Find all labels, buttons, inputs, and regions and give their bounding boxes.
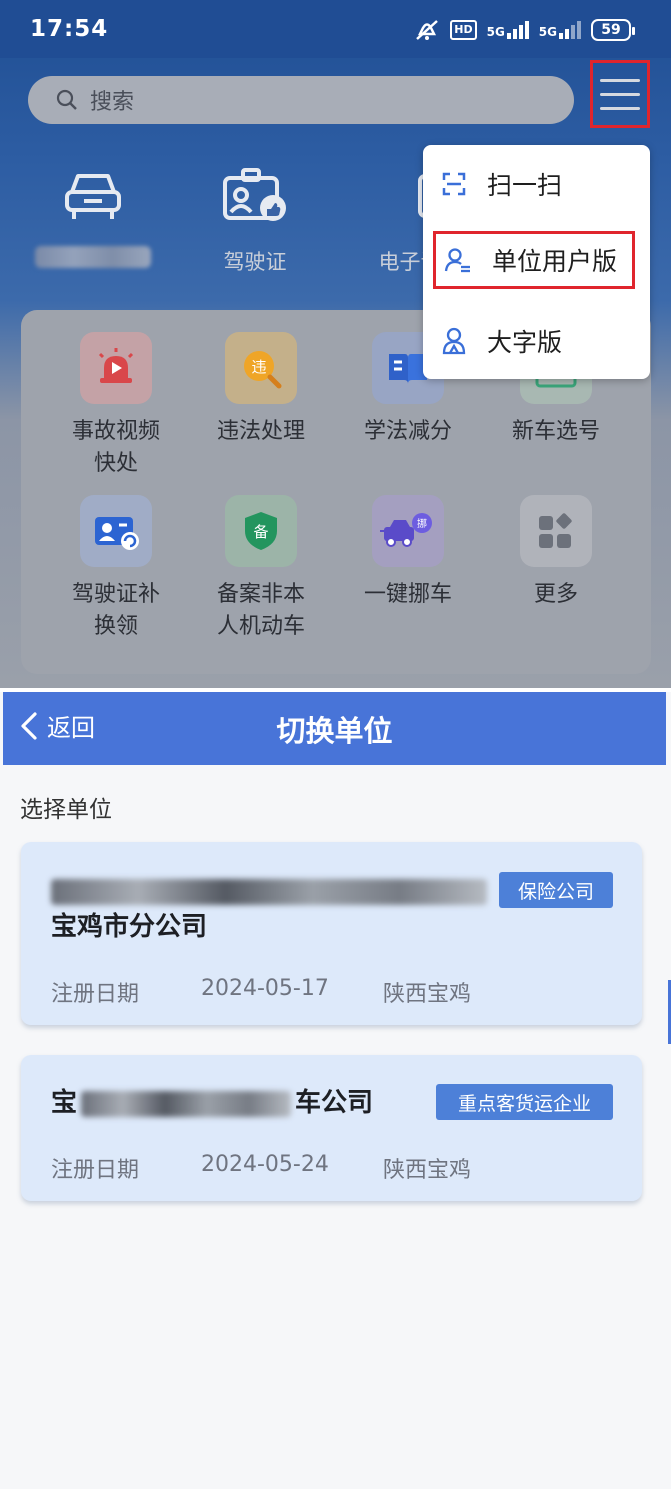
violation-icon: 违 — [244, 351, 282, 389]
company-name: 宝车公司 — [51, 1088, 374, 1118]
redacted-text — [51, 878, 487, 905]
menu-item-scan[interactable]: 扫一扫 — [433, 154, 635, 214]
search-placeholder: 搜索 — [90, 90, 135, 115]
region: 陕西宝鸡 — [383, 982, 472, 1007]
menu-button[interactable] — [590, 60, 650, 128]
service-violation[interactable]: 违 违法处理 — [186, 332, 336, 448]
register-date: 2024-05-24 — [201, 1152, 329, 1177]
company-card-2[interactable]: 宝车公司 重点客货运企业 注册日期 2024-05-24 陕西宝鸡 — [21, 1055, 642, 1201]
svg-text:违: 违 — [251, 358, 266, 376]
service-label: 违法处理 — [216, 419, 305, 444]
move-car-icon: 挪 — [380, 513, 432, 547]
svg-text:备: 备 — [253, 523, 268, 541]
dropdown-menu: 扫一扫 单位用户版 大字版 — [423, 145, 650, 379]
more-icon — [539, 513, 572, 548]
mute-icon — [416, 20, 439, 40]
service-label: 更多 — [533, 582, 578, 607]
status-time: 17:54 — [30, 16, 109, 42]
company-name-line2: 宝鸡市分公司 — [51, 912, 208, 942]
status-bar: 17:54 HD 5G 5G 59 — [0, 0, 671, 58]
service-record-vehicle[interactable]: 备 备案非本 人机动车 — [186, 495, 336, 643]
svg-text:挪: 挪 — [417, 517, 427, 530]
car-icon — [65, 174, 121, 219]
menu-item-unit-user[interactable]: 单位用户版 — [433, 231, 635, 289]
section-label: 选择单位 — [20, 797, 112, 823]
large-font-icon — [442, 327, 466, 355]
nav-bar: 返回 切换单位 — [3, 692, 666, 765]
service-label: 一键挪车 — [363, 582, 452, 607]
company-card-1[interactable]: 宝鸡市分公司 保险公司 注册日期 2024-05-17 陕西宝鸡 — [21, 842, 642, 1025]
quick-label-redacted — [35, 246, 151, 268]
service-license-renew[interactable]: 驾驶证补 换领 — [41, 495, 191, 643]
menu-icon — [600, 78, 640, 82]
switch-unit-screen: 返回 切换单位 选择单位 宝鸡市分公司 保险公司 注册日期 2024-05-17… — [0, 692, 671, 1489]
quick-item-vehicle[interactable] — [28, 160, 158, 273]
date-label: 注册日期 — [51, 1158, 140, 1183]
record-icon: 备 — [245, 512, 277, 550]
redacted-text — [81, 1090, 292, 1117]
service-label: 备案非本 人机动车 — [216, 582, 305, 639]
company-type-badge: 重点客货运企业 — [436, 1084, 613, 1120]
alarm-icon — [98, 348, 134, 383]
date-label: 注册日期 — [51, 982, 140, 1007]
company-meta: 注册日期 2024-05-17 陕西宝鸡 — [51, 976, 471, 1008]
signal-2: 5G — [539, 21, 581, 39]
service-accident-video[interactable]: 事故视频 快处 — [41, 332, 191, 480]
status-icons: HD 5G 5G 59 — [414, 16, 635, 44]
unit-user-icon — [444, 248, 470, 273]
page-title: 切换单位 — [276, 714, 393, 748]
service-move-car[interactable]: 挪 一键挪车 — [333, 495, 483, 611]
battery-icon: 59 — [591, 19, 635, 41]
company-meta: 注册日期 2024-05-24 陕西宝鸡 — [51, 1152, 471, 1184]
service-label: 新车选号 — [511, 419, 600, 444]
hd-icon: HD — [450, 20, 477, 40]
scan-icon — [442, 172, 466, 196]
search-input[interactable]: 搜索 — [28, 76, 574, 124]
license-icon — [223, 168, 286, 221]
quick-item-license[interactable]: 驾驶证 — [190, 160, 320, 276]
license-renew-icon — [95, 517, 139, 550]
company-type-badge: 保险公司 — [499, 872, 613, 908]
service-label: 事故视频 快处 — [71, 419, 160, 476]
service-more[interactable]: 更多 — [481, 495, 631, 611]
service-label: 学法减分 — [363, 419, 452, 444]
region: 陕西宝鸡 — [383, 1158, 472, 1183]
quick-label: 驾驶证 — [223, 250, 287, 274]
service-label: 驾驶证补 换领 — [71, 582, 160, 639]
menu-item-large-font[interactable]: 大字版 — [433, 311, 635, 371]
signal-1: 5G — [487, 21, 529, 39]
search-icon — [56, 89, 77, 110]
home-screen: 17:54 HD 5G 5G 59 搜索 驾驶证 电子证 事故视频 快处 违 违… — [0, 0, 671, 688]
register-date: 2024-05-17 — [201, 976, 329, 1001]
